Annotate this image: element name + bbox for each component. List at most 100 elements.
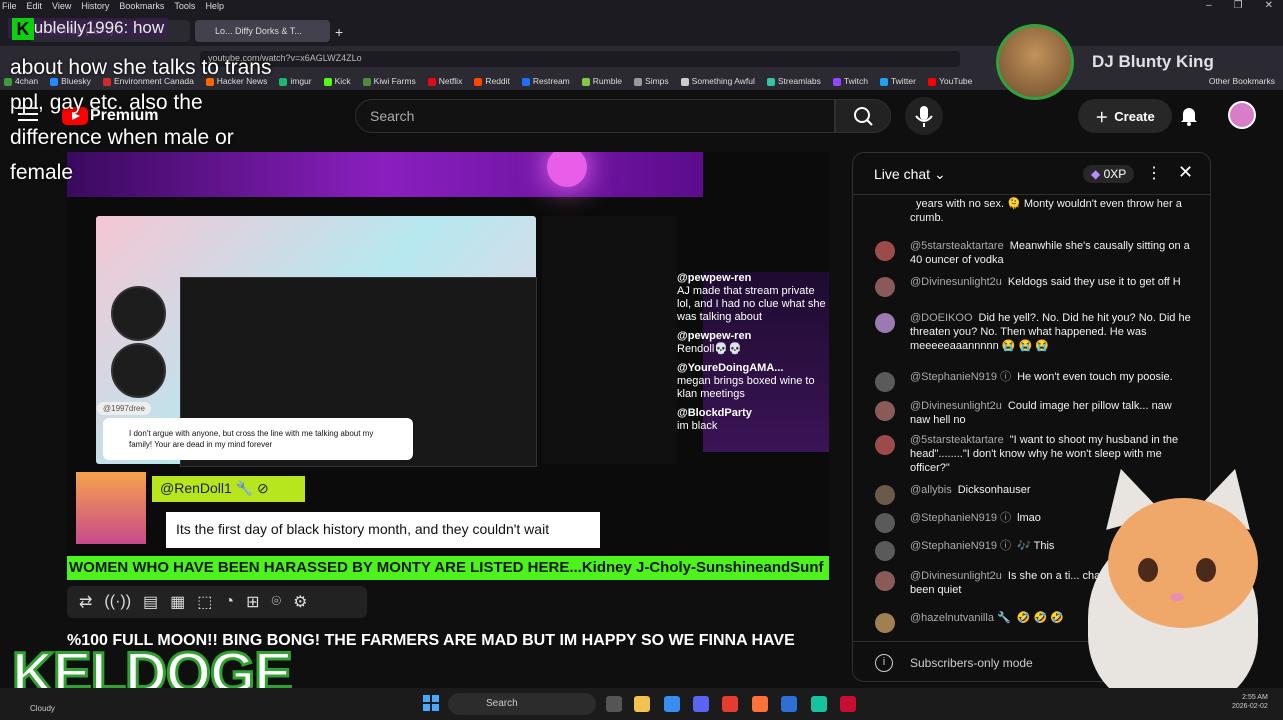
more-options-icon[interactable]: ⋮ (1146, 163, 1162, 183)
streamer-webcam-avatar (996, 24, 1074, 100)
create-button[interactable]: ＋ Create (1078, 99, 1172, 133)
chat-author[interactable]: @Divinesunlight2u (910, 570, 1002, 582)
screenshot-icon[interactable]: ⌾ (272, 593, 282, 611)
menu-bookmarks[interactable]: Bookmarks (119, 1, 164, 11)
app-icon-teal[interactable] (811, 696, 827, 712)
app-icon-blue[interactable] (781, 696, 797, 712)
menu-view[interactable]: View (52, 1, 71, 11)
bookmark-item[interactable]: YouTube (927, 76, 972, 86)
search-button[interactable] (835, 99, 891, 133)
subscribers-only-mode: Subscribers-only mode (910, 656, 1033, 670)
microphone-icon (915, 106, 933, 127)
bookmark-item[interactable]: Rumble (581, 76, 622, 86)
bookmark-item[interactable]: Twitter (879, 76, 916, 86)
menu-history[interactable]: History (81, 1, 109, 11)
menu-help[interactable]: Help (205, 1, 224, 11)
loop-icon[interactable]: ⇄ (79, 592, 92, 612)
bookmark-item[interactable]: Netflix (427, 76, 462, 86)
copilot-icon[interactable] (664, 696, 680, 712)
menu-edit[interactable]: Edit (27, 1, 43, 11)
chat-author[interactable]: @Divinesunlight2u (910, 276, 1002, 288)
firefox-icon[interactable] (752, 696, 768, 712)
overlay-chat-message: Rendoll💀💀 (677, 343, 742, 355)
chat-avatar (875, 571, 895, 591)
chat-text: 🤣 🤣 🤣 (1016, 612, 1064, 624)
bookmark-favicon-icon (323, 77, 332, 86)
chat-avatar (875, 241, 895, 261)
chat-text: Dicksonhauser (957, 484, 1031, 496)
chat-author[interactable]: @StephanieN919 ⓘ (910, 512, 1011, 524)
bookmark-item[interactable]: Twitch (832, 76, 868, 86)
settings-icon[interactable]: ⚙ (293, 592, 307, 612)
overlay-chat-message: im black (677, 420, 718, 432)
bookmark-item[interactable]: Kiwi Farms (362, 76, 416, 86)
chat-author[interactable]: @StephanieN919 ⓘ (910, 540, 1011, 552)
alert-username: @RenDoll1 🔧 ⊘ (152, 476, 305, 502)
chat-author[interactable]: @Divinesunlight2u (910, 400, 1002, 412)
donation-alert: @RenDoll1 🔧 ⊘ Its the first day of black… (76, 472, 600, 548)
other-bookmarks[interactable]: Other Bookmarks (1209, 76, 1275, 86)
chapters-icon[interactable]: ▦ (170, 592, 185, 612)
chat-author[interactable]: @allybis (910, 484, 952, 496)
browser-tab-active[interactable]: Lo... Diffy Dorks & T... (195, 20, 330, 42)
menu-tools[interactable]: Tools (174, 1, 195, 11)
windows-start-icon[interactable] (423, 695, 439, 711)
weather-widget[interactable]: Cloudy (30, 704, 55, 713)
bookmark-item[interactable]: Kick (323, 76, 351, 86)
browser-menu-bar: File Edit View History Bookmarks Tools H… (0, 0, 1283, 12)
search-input[interactable]: Search (355, 99, 835, 133)
shared-screen-chat (542, 216, 677, 464)
add-icon[interactable]: ⊞ (246, 592, 259, 612)
taskbar-clock[interactable]: 2:55 AM 2026-02-02 (1232, 693, 1268, 711)
chat-author[interactable]: @hazelnutvanilla 🔧 (910, 612, 1011, 624)
account-avatar[interactable] (1228, 101, 1256, 129)
video-player[interactable]: @1997dree I don't argue with anyone, but… (67, 152, 829, 580)
minimize-icon[interactable]: – (1206, 0, 1212, 12)
xp-badge[interactable]: ◆ 0XP (1083, 165, 1135, 183)
streamer-name: DJ Blunty King (1092, 52, 1214, 71)
chat-message-body: @Divinesunlight2u Could image her pillow … (910, 399, 1192, 427)
chat-avatar (875, 435, 895, 455)
bookmark-item[interactable]: Restream (521, 76, 570, 86)
file-explorer-icon[interactable] (634, 696, 650, 712)
chat-title-dropdown[interactable]: Live chat ⌄ (874, 166, 946, 183)
bookmark-favicon-icon (581, 77, 590, 86)
bookmark-item[interactable]: Simps (634, 76, 669, 86)
alert-avatar (76, 472, 146, 544)
app-icon-red[interactable] (722, 696, 738, 712)
overlay-message: about how she talks to trans ppl, gay et… (10, 56, 272, 184)
bookmark-item[interactable]: Reddit (474, 76, 510, 86)
chat-avatar (875, 541, 895, 561)
search-icon (854, 107, 873, 126)
speed-icon[interactable]: ◔ (224, 593, 234, 611)
notifications-bell-icon[interactable] (1178, 104, 1200, 126)
close-chat-icon[interactable]: ✕ (1178, 162, 1193, 183)
chat-avatar (875, 277, 895, 297)
voice-search-button[interactable] (905, 97, 943, 135)
chat-avatar (875, 485, 895, 505)
menu-file[interactable]: File (2, 1, 17, 11)
app-icon-media[interactable] (840, 696, 856, 712)
bookmark-favicon-icon (427, 77, 436, 86)
restore-icon[interactable]: ❐ (1234, 0, 1243, 12)
url-field[interactable]: youtube.com/watch?v=x6AGLWZ4ZLo (200, 51, 960, 67)
chat-author[interactable]: @5starsteaktartare (910, 240, 1004, 252)
chat-author[interactable]: @DOEIKOO (910, 312, 973, 324)
miniplayer-icon[interactable]: ⬚ (197, 592, 212, 612)
bookmark-item[interactable]: Something Awful (680, 76, 755, 86)
discord-icon[interactable] (693, 696, 709, 712)
overlay-chat-user: @YoureDoingAMA... (677, 362, 784, 374)
live-icon[interactable]: ((·)) (104, 593, 131, 611)
subtitles-icon[interactable]: ▤ (143, 592, 158, 612)
chat-author[interactable]: @5starsteaktartare (910, 434, 1004, 446)
shared-screen-cam-1 (111, 286, 166, 341)
create-label: Create (1114, 108, 1155, 124)
taskbar-search[interactable]: Search (448, 693, 596, 715)
new-tab-icon[interactable]: + (335, 24, 343, 40)
bookmark-label: Twitter (890, 76, 916, 86)
task-view-icon[interactable] (606, 696, 622, 712)
overlay-chat-user: @pewpew-ren (677, 272, 752, 284)
bookmark-item[interactable]: Streamlabs (766, 76, 821, 86)
close-window-icon[interactable]: ✕ (1265, 0, 1273, 12)
chat-author[interactable]: @StephanieN919 ⓘ (910, 371, 1011, 383)
